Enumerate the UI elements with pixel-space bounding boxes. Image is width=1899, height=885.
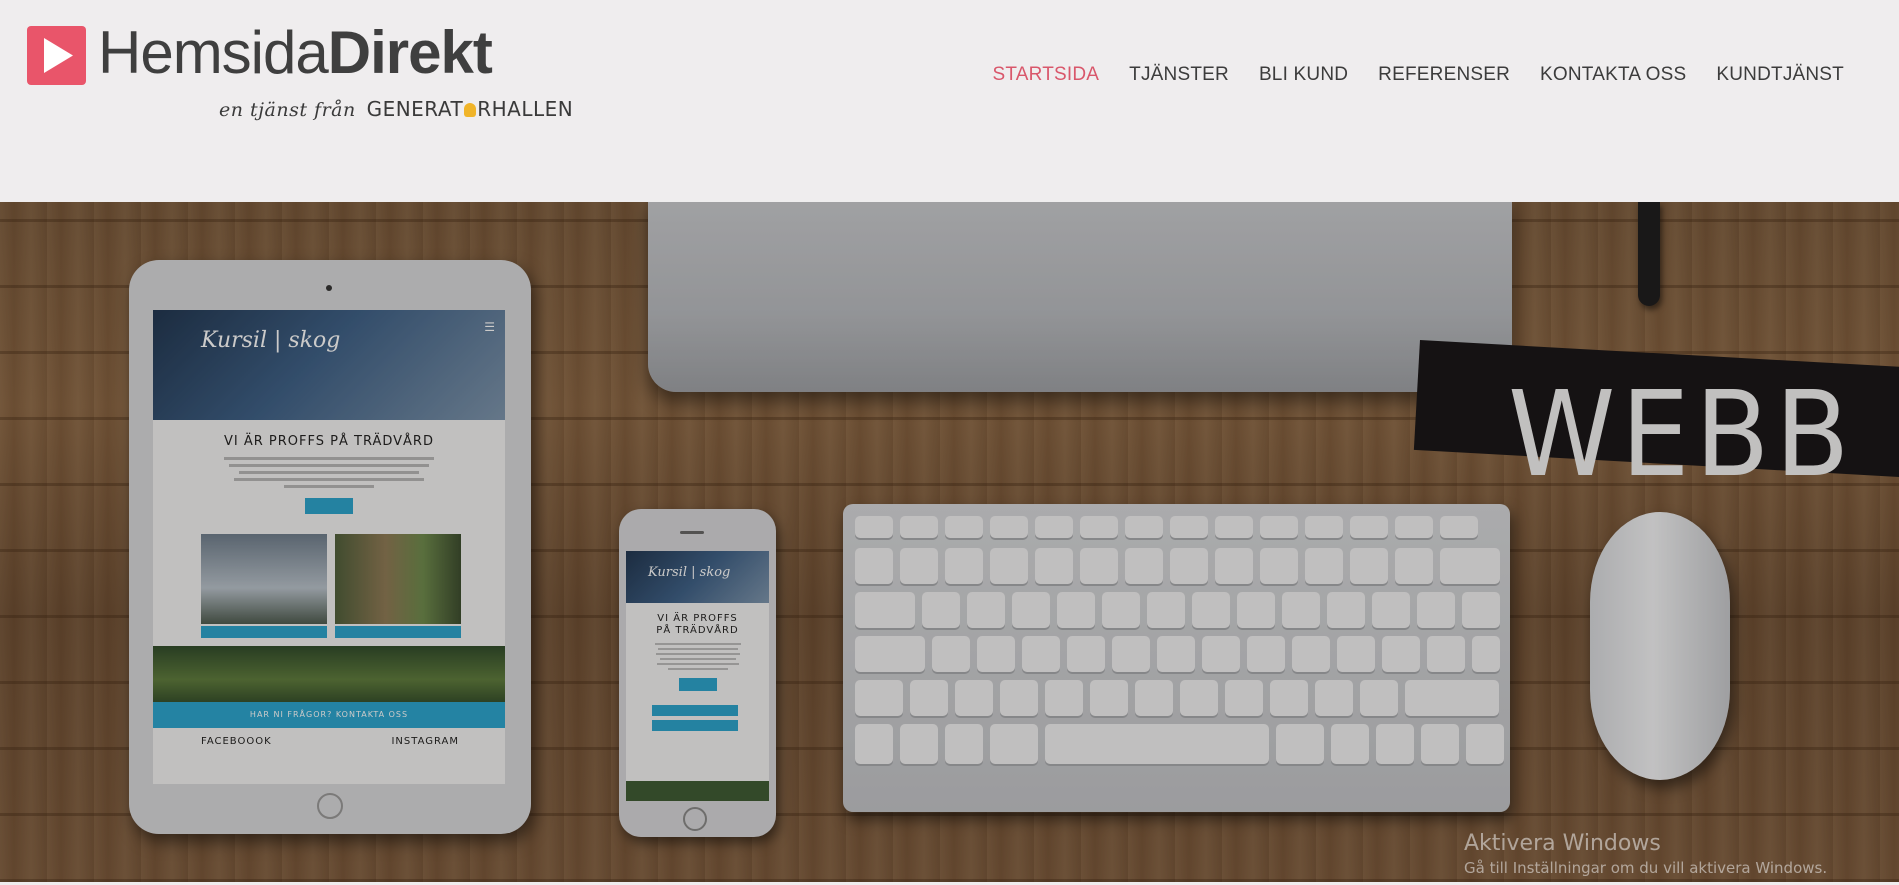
site-header: HemsidaDirekt en tjänst från GENERAT RHAL… (0, 0, 1899, 202)
nav-item-referenser[interactable]: REFERENSER (1363, 64, 1525, 86)
watermark-title: Aktivera Windows (1464, 831, 1661, 856)
main-navigation: STARTSIDA TJÄNSTER BLI KUND REFERENSER K… (977, 64, 1859, 86)
logo-wordmark: HemsidaDirekt (98, 19, 493, 86)
nav-item-startsida[interactable]: STARTSIDA (977, 64, 1114, 86)
watermark-subtitle: Gå till Inställningar om du vill aktiver… (1464, 859, 1828, 877)
nav-item-kundtjanst[interactable]: KUNDTJÄNST (1701, 64, 1859, 86)
logo-tagline: en tjänst från GENERAT RHALLEN (219, 97, 574, 121)
nav-item-tjanster[interactable]: TJÄNSTER (1114, 64, 1244, 86)
play-icon (27, 26, 86, 85)
hero-banner: Kursil | skog ☰ VI ÄR PROFFS PÅ TRÄDVÅRD… (0, 202, 1899, 882)
site-logo[interactable]: HemsidaDirekt en tjänst från GENERAT RHAL… (27, 22, 573, 126)
nav-item-bli-kund[interactable]: BLI KUND (1244, 64, 1363, 86)
nav-item-kontakta-oss[interactable]: KONTAKTA OSS (1525, 64, 1701, 86)
windows-activation-watermark: Aktivera Windows Gå till Inställningar o… (1464, 830, 1827, 878)
lightbulb-icon (464, 103, 477, 117)
